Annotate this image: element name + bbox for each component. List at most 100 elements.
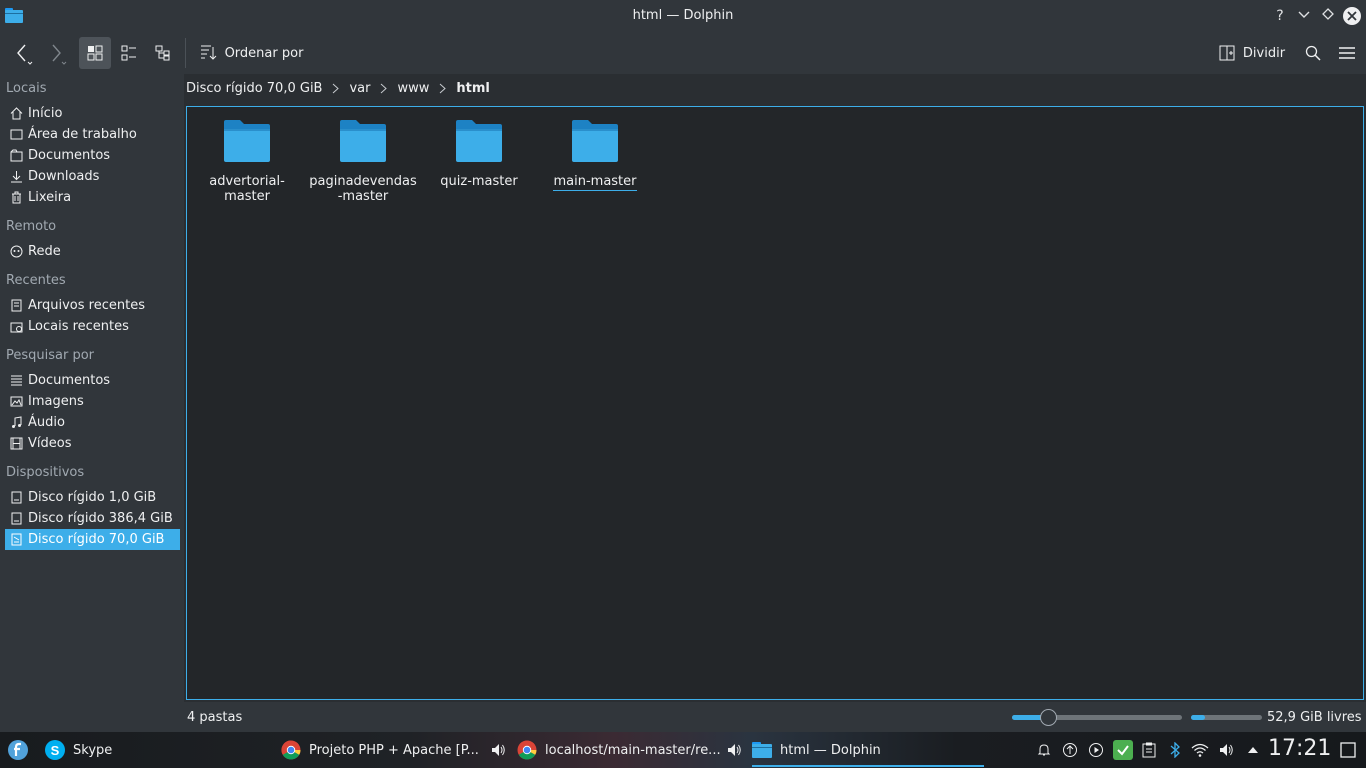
task-chrome-localhost[interactable]: localhost/main-master/re... xyxy=(517,732,721,768)
menu-button[interactable] xyxy=(1332,37,1362,69)
recent-files-icon xyxy=(9,299,23,313)
tray-expand-icon[interactable] xyxy=(1243,740,1263,760)
folder-item-paginadevendas-master[interactable]: paginadevendas -master xyxy=(308,119,418,204)
sidebar-item-downloads[interactable]: Downloads xyxy=(5,166,180,187)
clipboard-icon[interactable] xyxy=(1139,740,1159,760)
task-label: Projeto PHP + Apache [P... xyxy=(309,742,479,758)
volume-icon[interactable] xyxy=(1216,740,1236,760)
media-player-icon[interactable] xyxy=(1086,740,1106,760)
sidebar-item-search-documentos[interactable]: Documentos xyxy=(5,370,180,391)
task-label: Skype xyxy=(73,742,113,758)
breadcrumb-item-www[interactable]: www xyxy=(397,81,429,96)
sidebar-item-rede[interactable]: Rede xyxy=(5,241,180,262)
sidebar-item-area-de-trabalho[interactable]: Área de trabalho xyxy=(5,124,180,145)
compact-view-icon xyxy=(121,45,136,61)
sidebar-item-drive-70gib[interactable]: Disco rígido 70,0 GiB xyxy=(5,529,180,550)
folder-item-advertorial-master[interactable]: advertorial- master xyxy=(192,119,302,204)
task-skype[interactable]: S Skype xyxy=(45,732,112,768)
sidebar-item-documentos[interactable]: Documentos xyxy=(5,145,180,166)
sidebar-item-audio[interactable]: Áudio xyxy=(5,412,180,433)
sidebar-item-label: Áudio xyxy=(28,415,65,430)
home-icon xyxy=(9,107,23,121)
minimize-icon[interactable] xyxy=(1294,6,1314,26)
sidebar-item-label: Documentos xyxy=(28,373,111,388)
folder-icon xyxy=(572,120,618,162)
audio-playing-icon[interactable] xyxy=(488,740,508,760)
folder-item-quiz-master[interactable]: quiz-master xyxy=(424,119,534,189)
forward-arrow-icon xyxy=(52,44,67,65)
task-dolphin[interactable]: html — Dolphin xyxy=(752,732,984,768)
sidebar-item-imagens[interactable]: Imagens xyxy=(5,391,180,412)
show-desktop-icon[interactable] xyxy=(1338,740,1358,760)
dolphin-icon xyxy=(752,742,772,758)
icons-view-icon xyxy=(87,45,103,61)
notifications-icon[interactable] xyxy=(1034,740,1054,760)
close-icon[interactable] xyxy=(1342,6,1362,26)
bluetooth-icon[interactable] xyxy=(1165,740,1185,760)
icons-view-button[interactable] xyxy=(79,37,111,69)
search-icon xyxy=(1305,45,1321,61)
sidebar-item-label: Vídeos xyxy=(28,436,72,451)
zoom-slider-handle[interactable] xyxy=(1039,709,1057,726)
zoom-slider[interactable] xyxy=(1012,709,1182,726)
back-arrow-icon xyxy=(17,44,33,65)
file-view[interactable]: advertorial- master paginadevendas -mast… xyxy=(186,106,1364,700)
split-view-button[interactable]: Dividir xyxy=(1214,37,1290,69)
sort-icon xyxy=(200,45,216,60)
sidebar-item-label: Rede xyxy=(28,244,61,259)
chrome-icon xyxy=(281,740,301,760)
sort-by-button[interactable]: Ordenar por xyxy=(196,37,306,69)
taskbar: S Skype Projeto PHP + Apache [P... local… xyxy=(0,732,1366,768)
sidebar-item-label: Área de trabalho xyxy=(28,127,137,142)
breadcrumb-item-drive[interactable]: Disco rígido 70,0 GiB xyxy=(186,81,322,96)
app-launcher-icon[interactable] xyxy=(7,739,29,761)
sidebar-item-label: Início xyxy=(28,106,63,121)
security-check-icon[interactable] xyxy=(1113,740,1133,760)
split-icon xyxy=(1219,45,1235,61)
split-label: Dividir xyxy=(1242,45,1286,61)
wifi-icon[interactable] xyxy=(1190,740,1210,760)
help-icon[interactable]: ? xyxy=(1270,6,1290,26)
sidebar-item-label: Lixeira xyxy=(28,190,72,205)
details-view-button[interactable] xyxy=(147,37,179,69)
folder-item-main-master[interactable]: main-master xyxy=(540,119,650,191)
sidebar-item-drive-1gib[interactable]: Disco rígido 1,0 GiB xyxy=(5,487,180,508)
sidebar-item-arquivos-recentes[interactable]: Arquivos recentes xyxy=(5,295,180,316)
drive-icon xyxy=(9,491,23,505)
drive-icon xyxy=(9,512,23,526)
keep-above-icon[interactable] xyxy=(1318,6,1338,26)
sidebar-item-locais-recentes[interactable]: Locais recentes xyxy=(5,316,180,337)
status-bar: 4 pastas 52,9 GiB livres xyxy=(0,702,1366,732)
item-count: 4 pastas xyxy=(187,710,243,725)
forward-button[interactable] xyxy=(42,37,70,69)
free-space-bar xyxy=(1191,715,1262,720)
audio-playing-icon[interactable] xyxy=(724,740,744,760)
sidebar-item-videos[interactable]: Vídeos xyxy=(5,433,180,454)
sidebar-item-label: Documentos xyxy=(28,148,111,163)
chevron-right-icon[interactable] xyxy=(332,83,340,94)
section-header-locais: Locais xyxy=(6,81,47,96)
network-icon xyxy=(9,245,23,259)
chevron-right-icon[interactable] xyxy=(380,83,388,94)
sort-by-label: Ordenar por xyxy=(224,45,304,61)
sidebar-item-drive-386gib[interactable]: Disco rígido 386,4 GiB xyxy=(5,508,180,529)
sidebar-item-label: Disco rígido 386,4 GiB xyxy=(28,511,173,526)
file-name: main-master xyxy=(553,174,637,191)
clock[interactable]: 17:21 xyxy=(1268,736,1331,761)
section-header-remoto: Remoto xyxy=(6,219,57,234)
back-button[interactable] xyxy=(8,37,36,69)
updates-icon[interactable] xyxy=(1060,740,1080,760)
folder-icon xyxy=(456,120,502,162)
drive-icon xyxy=(9,533,23,547)
task-chrome-projeto[interactable]: Projeto PHP + Apache [P... xyxy=(281,732,479,768)
breadcrumb-item-html[interactable]: html xyxy=(456,81,489,96)
file-name: advertorial- master xyxy=(209,174,285,204)
toolbar-separator xyxy=(185,38,186,68)
breadcrumb-item-var[interactable]: var xyxy=(349,81,370,96)
search-button[interactable] xyxy=(1298,37,1328,69)
sidebar-item-inicio[interactable]: Início xyxy=(5,103,180,124)
free-space-fill xyxy=(1191,715,1206,720)
compact-view-button[interactable] xyxy=(113,37,145,69)
sidebar-item-lixeira[interactable]: Lixeira xyxy=(5,187,180,208)
chevron-right-icon[interactable] xyxy=(439,83,447,94)
